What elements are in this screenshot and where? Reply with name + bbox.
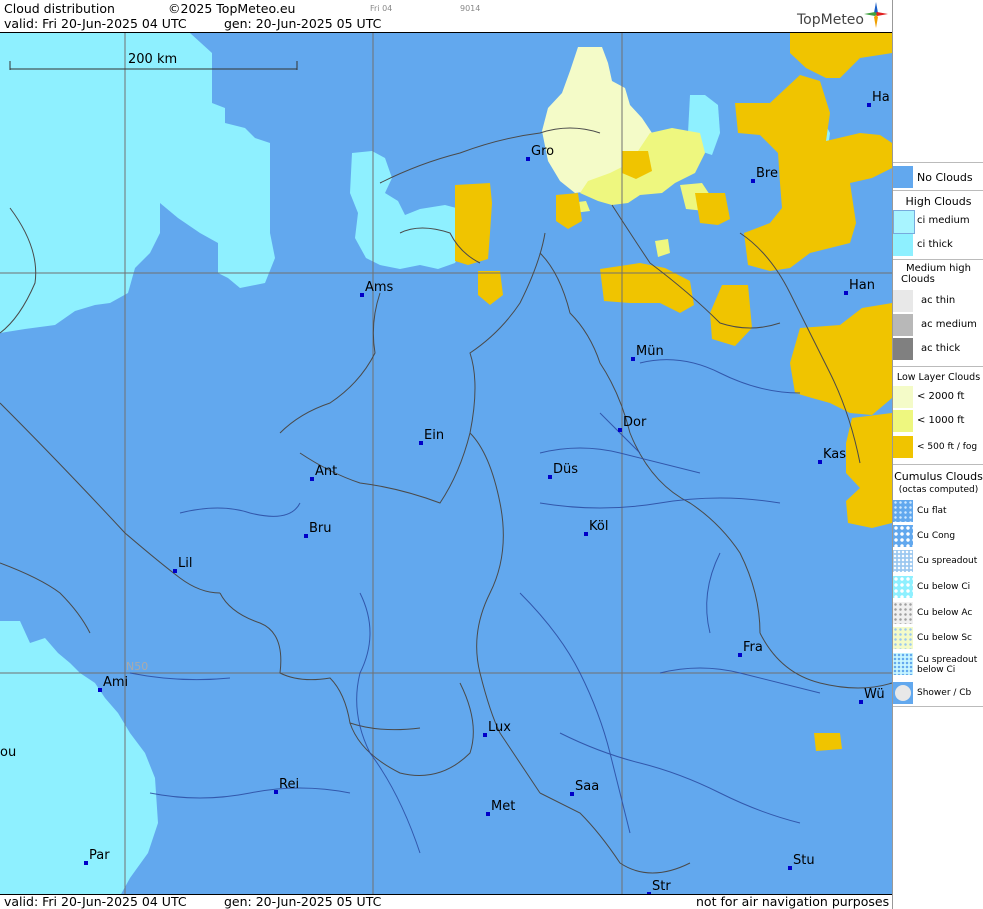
city-dot bbox=[360, 293, 364, 297]
city-name: Köl bbox=[589, 519, 609, 534]
city-dot bbox=[751, 179, 755, 183]
city-dot bbox=[548, 475, 552, 479]
city-dot bbox=[486, 812, 490, 816]
city-dot bbox=[274, 790, 278, 794]
cloud-map[interactable]: 200 km N50 Gro Bre Ha Ams Han Mün Dor Ein Ant Düs… bbox=[0, 32, 892, 895]
map-header: Cloud distribution ©2025 TopMeteo.eu Fri… bbox=[0, 0, 892, 32]
city-dot bbox=[788, 866, 792, 870]
legend-panel: No Clouds High Clouds ci medium ci thick… bbox=[892, 0, 983, 909]
footer-generated-time: gen: 20-Jun-2025 05 UTC bbox=[224, 894, 382, 909]
city-dot bbox=[483, 733, 487, 737]
city-name: Dor bbox=[623, 415, 647, 430]
legend-low-heading: Low Layer Clouds bbox=[896, 372, 981, 383]
city-name: ou bbox=[0, 745, 17, 760]
city-dot bbox=[867, 103, 871, 107]
city-name: Ein bbox=[424, 428, 445, 443]
city-dot bbox=[98, 688, 102, 692]
city-dot bbox=[584, 532, 588, 536]
city-dot bbox=[304, 534, 308, 538]
city-dot bbox=[570, 792, 574, 796]
city-name: Mün bbox=[636, 344, 664, 359]
legend-cu-subheading: (octas computed) bbox=[898, 485, 979, 495]
legend-cu-heading: Cumulus Clouds bbox=[894, 470, 983, 483]
city-name: Ant bbox=[315, 464, 338, 479]
city-dot bbox=[738, 653, 742, 657]
city-name: Wü bbox=[864, 687, 885, 702]
small-code-text: 9014 bbox=[460, 4, 481, 13]
generated-time: gen: 20-Jun-2025 05 UTC bbox=[224, 16, 382, 31]
city-dot bbox=[84, 861, 88, 865]
shower-icon bbox=[895, 685, 911, 701]
footer-note: not for air navigation purposes bbox=[696, 894, 890, 909]
city-dot bbox=[419, 441, 423, 445]
footer-valid-time: valid: Fri 20-Jun-2025 04 UTC bbox=[4, 894, 187, 909]
city-name: Ha bbox=[872, 90, 890, 105]
city-dot bbox=[526, 157, 530, 161]
city-name: Kas bbox=[823, 447, 847, 462]
city-name: Gro bbox=[531, 144, 555, 159]
map-footer: valid: Fri 20-Jun-2025 04 UTC gen: 20-Ju… bbox=[0, 894, 892, 909]
city-name: Str bbox=[652, 879, 671, 894]
compass-icon bbox=[864, 2, 888, 28]
legend-medium-heading-line2: Clouds bbox=[901, 274, 935, 285]
topmeteo-logo: TopMeteo bbox=[797, 12, 864, 28]
city-name: Rei bbox=[279, 777, 300, 792]
city-name: Met bbox=[491, 799, 516, 814]
city-name: Bre bbox=[756, 166, 778, 181]
city-name: Düs bbox=[553, 462, 579, 477]
city-dot bbox=[818, 460, 822, 464]
small-day-text: Fri 04 bbox=[370, 4, 393, 13]
city-name: Ami bbox=[103, 675, 129, 690]
legend-medium-heading-line1: Medium high bbox=[906, 263, 971, 274]
city-dot bbox=[631, 357, 635, 361]
city-name: Fra bbox=[743, 640, 763, 655]
city-name: Lux bbox=[488, 720, 511, 735]
scale-label: 200 km bbox=[128, 52, 178, 67]
grid-label: N50 bbox=[126, 660, 149, 673]
map-title: Cloud distribution bbox=[4, 1, 115, 16]
city-dot bbox=[859, 700, 863, 704]
city-name: Ams bbox=[365, 280, 394, 295]
map-canvas bbox=[0, 33, 892, 894]
rivers bbox=[129, 359, 821, 854]
city-name: Han bbox=[849, 278, 875, 293]
city-dot bbox=[310, 477, 314, 481]
city-dot bbox=[618, 428, 622, 432]
city-name: Stu bbox=[793, 853, 815, 868]
city-name: Bru bbox=[309, 521, 332, 536]
legend-high-heading: High Clouds bbox=[905, 195, 972, 208]
legend-medium-heading: Medium high Clouds bbox=[893, 263, 983, 285]
city-dot bbox=[844, 291, 848, 295]
copyright-text: ©2025 TopMeteo.eu bbox=[168, 1, 296, 16]
city-name: Saa bbox=[575, 779, 600, 794]
valid-time: valid: Fri 20-Jun-2025 04 UTC bbox=[4, 16, 187, 31]
city-dot bbox=[173, 569, 177, 573]
city-name: Lil bbox=[178, 556, 193, 571]
city-name: Par bbox=[89, 848, 110, 863]
